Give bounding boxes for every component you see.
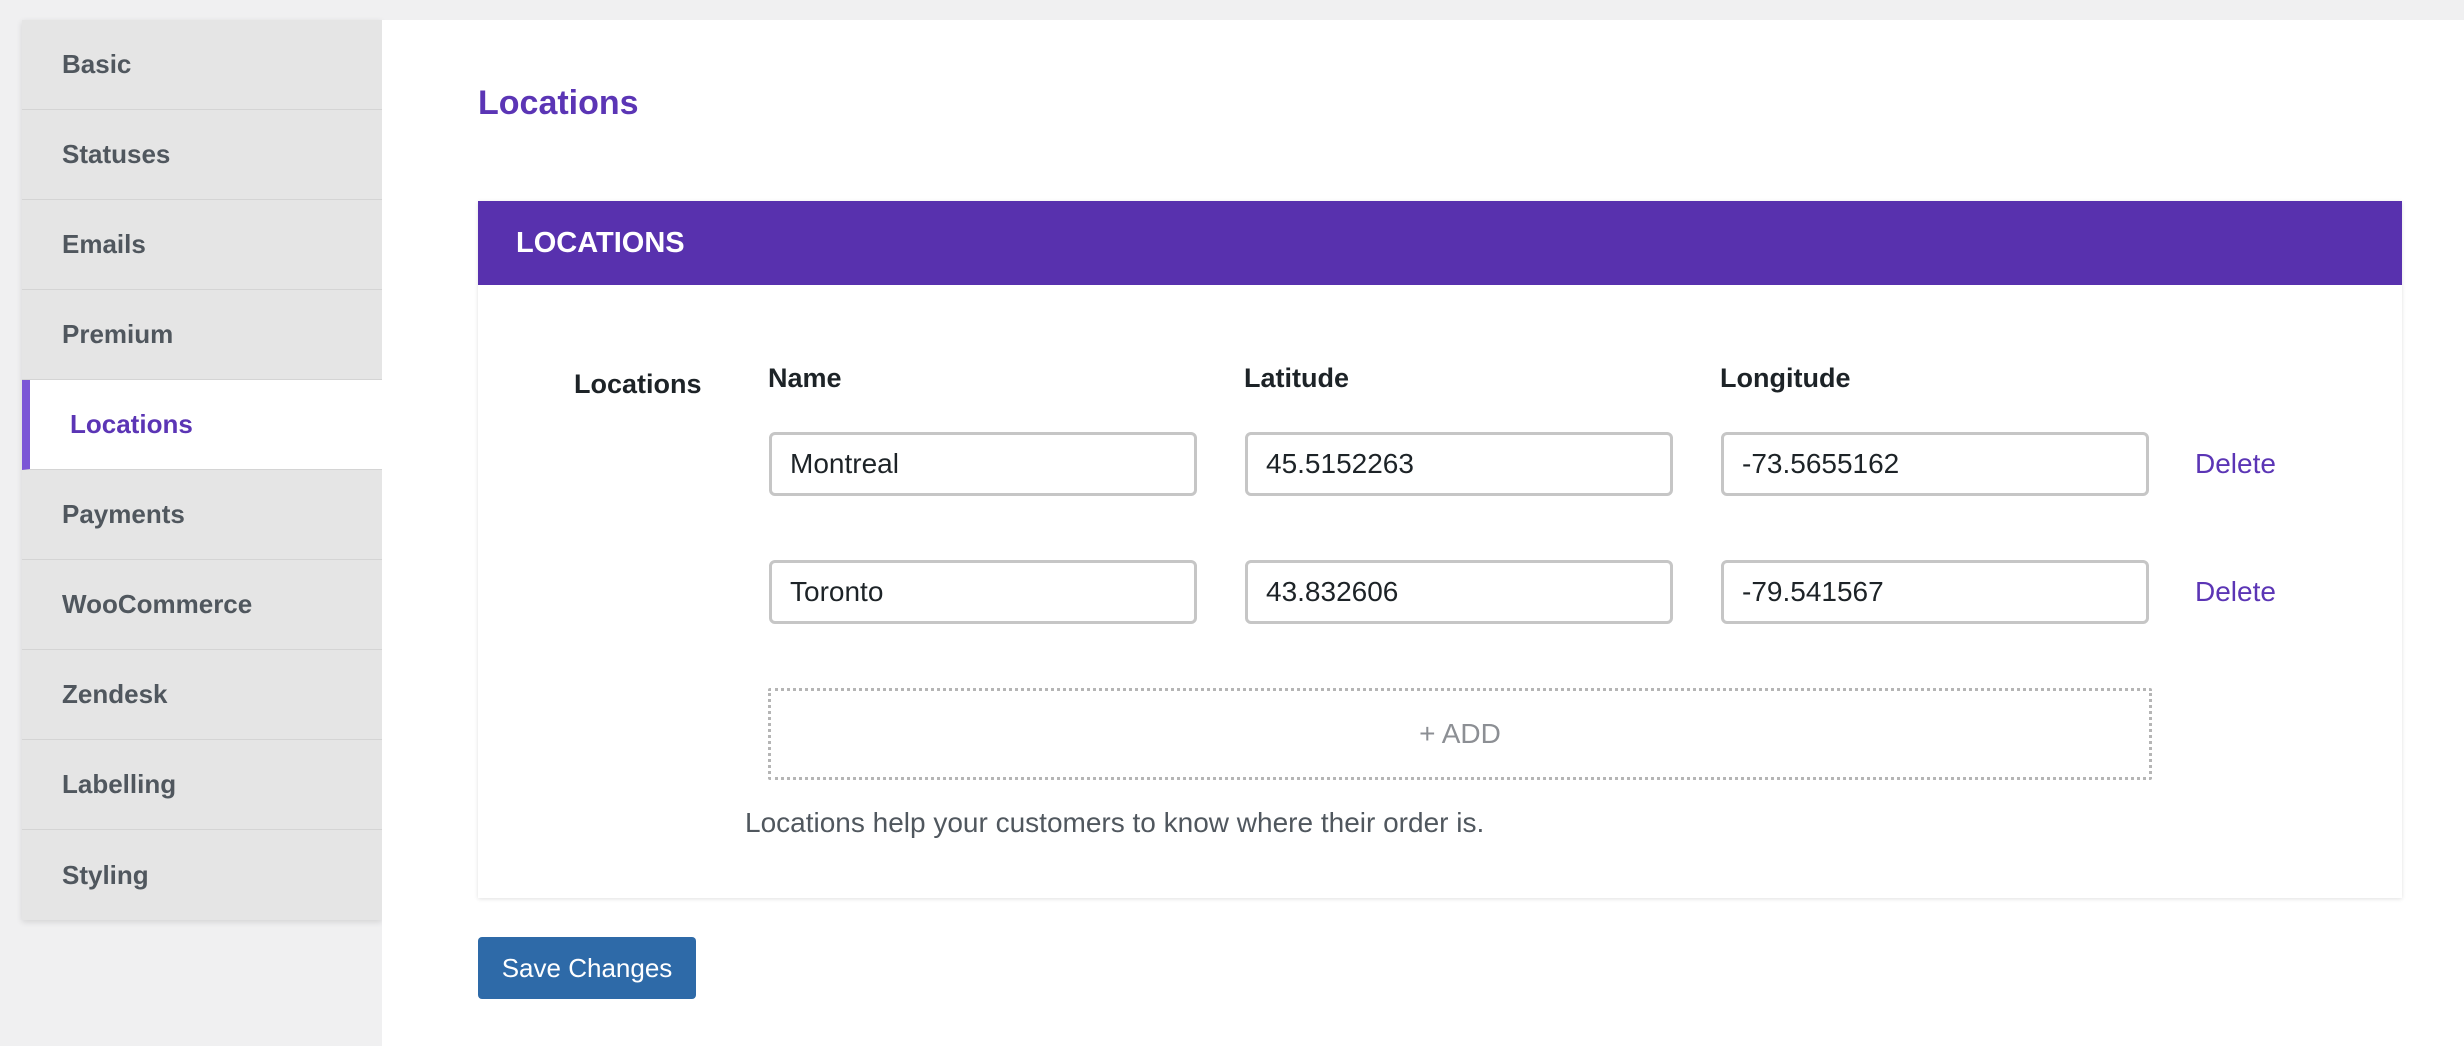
location-latitude-input[interactable] [1245, 560, 1673, 624]
location-longitude-input[interactable] [1721, 432, 2149, 496]
column-header-latitude: Latitude [1244, 363, 1349, 393]
settings-sidebar: Basic Statuses Emails Premium Locations … [22, 20, 382, 920]
column-header-name: Name [768, 363, 842, 393]
sidebar-item-emails[interactable]: Emails [22, 200, 382, 290]
locations-help-text: Locations help your customers to know wh… [745, 807, 1485, 838]
delete-location-button[interactable]: Delete [2195, 576, 2276, 608]
location-latitude-input[interactable] [1245, 432, 1673, 496]
sidebar-item-labelling[interactable]: Labelling [22, 740, 382, 830]
locations-field-label: Locations [574, 369, 702, 399]
sidebar-item-styling[interactable]: Styling [22, 830, 382, 920]
sidebar-item-woocommerce[interactable]: WooCommerce [22, 560, 382, 650]
sidebar-item-premium[interactable]: Premium [22, 290, 382, 380]
sidebar-item-locations[interactable]: Locations [22, 380, 382, 470]
locations-panel: LOCATIONS Locations Name Latitude Longit… [478, 201, 2402, 898]
location-name-input[interactable] [769, 560, 1197, 624]
column-header-longitude: Longitude [1720, 363, 1851, 393]
add-location-button[interactable]: + ADD [768, 688, 2152, 780]
sidebar-item-basic[interactable]: Basic [22, 20, 382, 110]
main-content: Locations LOCATIONS Locations Name Latit… [382, 20, 2464, 1046]
location-longitude-input[interactable] [1721, 560, 2149, 624]
panel-header: LOCATIONS [478, 201, 2402, 285]
delete-location-button[interactable]: Delete [2195, 448, 2276, 480]
sidebar-item-payments[interactable]: Payments [22, 470, 382, 560]
sidebar-item-statuses[interactable]: Statuses [22, 110, 382, 200]
location-name-input[interactable] [769, 432, 1197, 496]
page-title: Locations [478, 84, 639, 122]
sidebar-item-zendesk[interactable]: Zendesk [22, 650, 382, 740]
save-changes-button[interactable]: Save Changes [478, 937, 696, 999]
